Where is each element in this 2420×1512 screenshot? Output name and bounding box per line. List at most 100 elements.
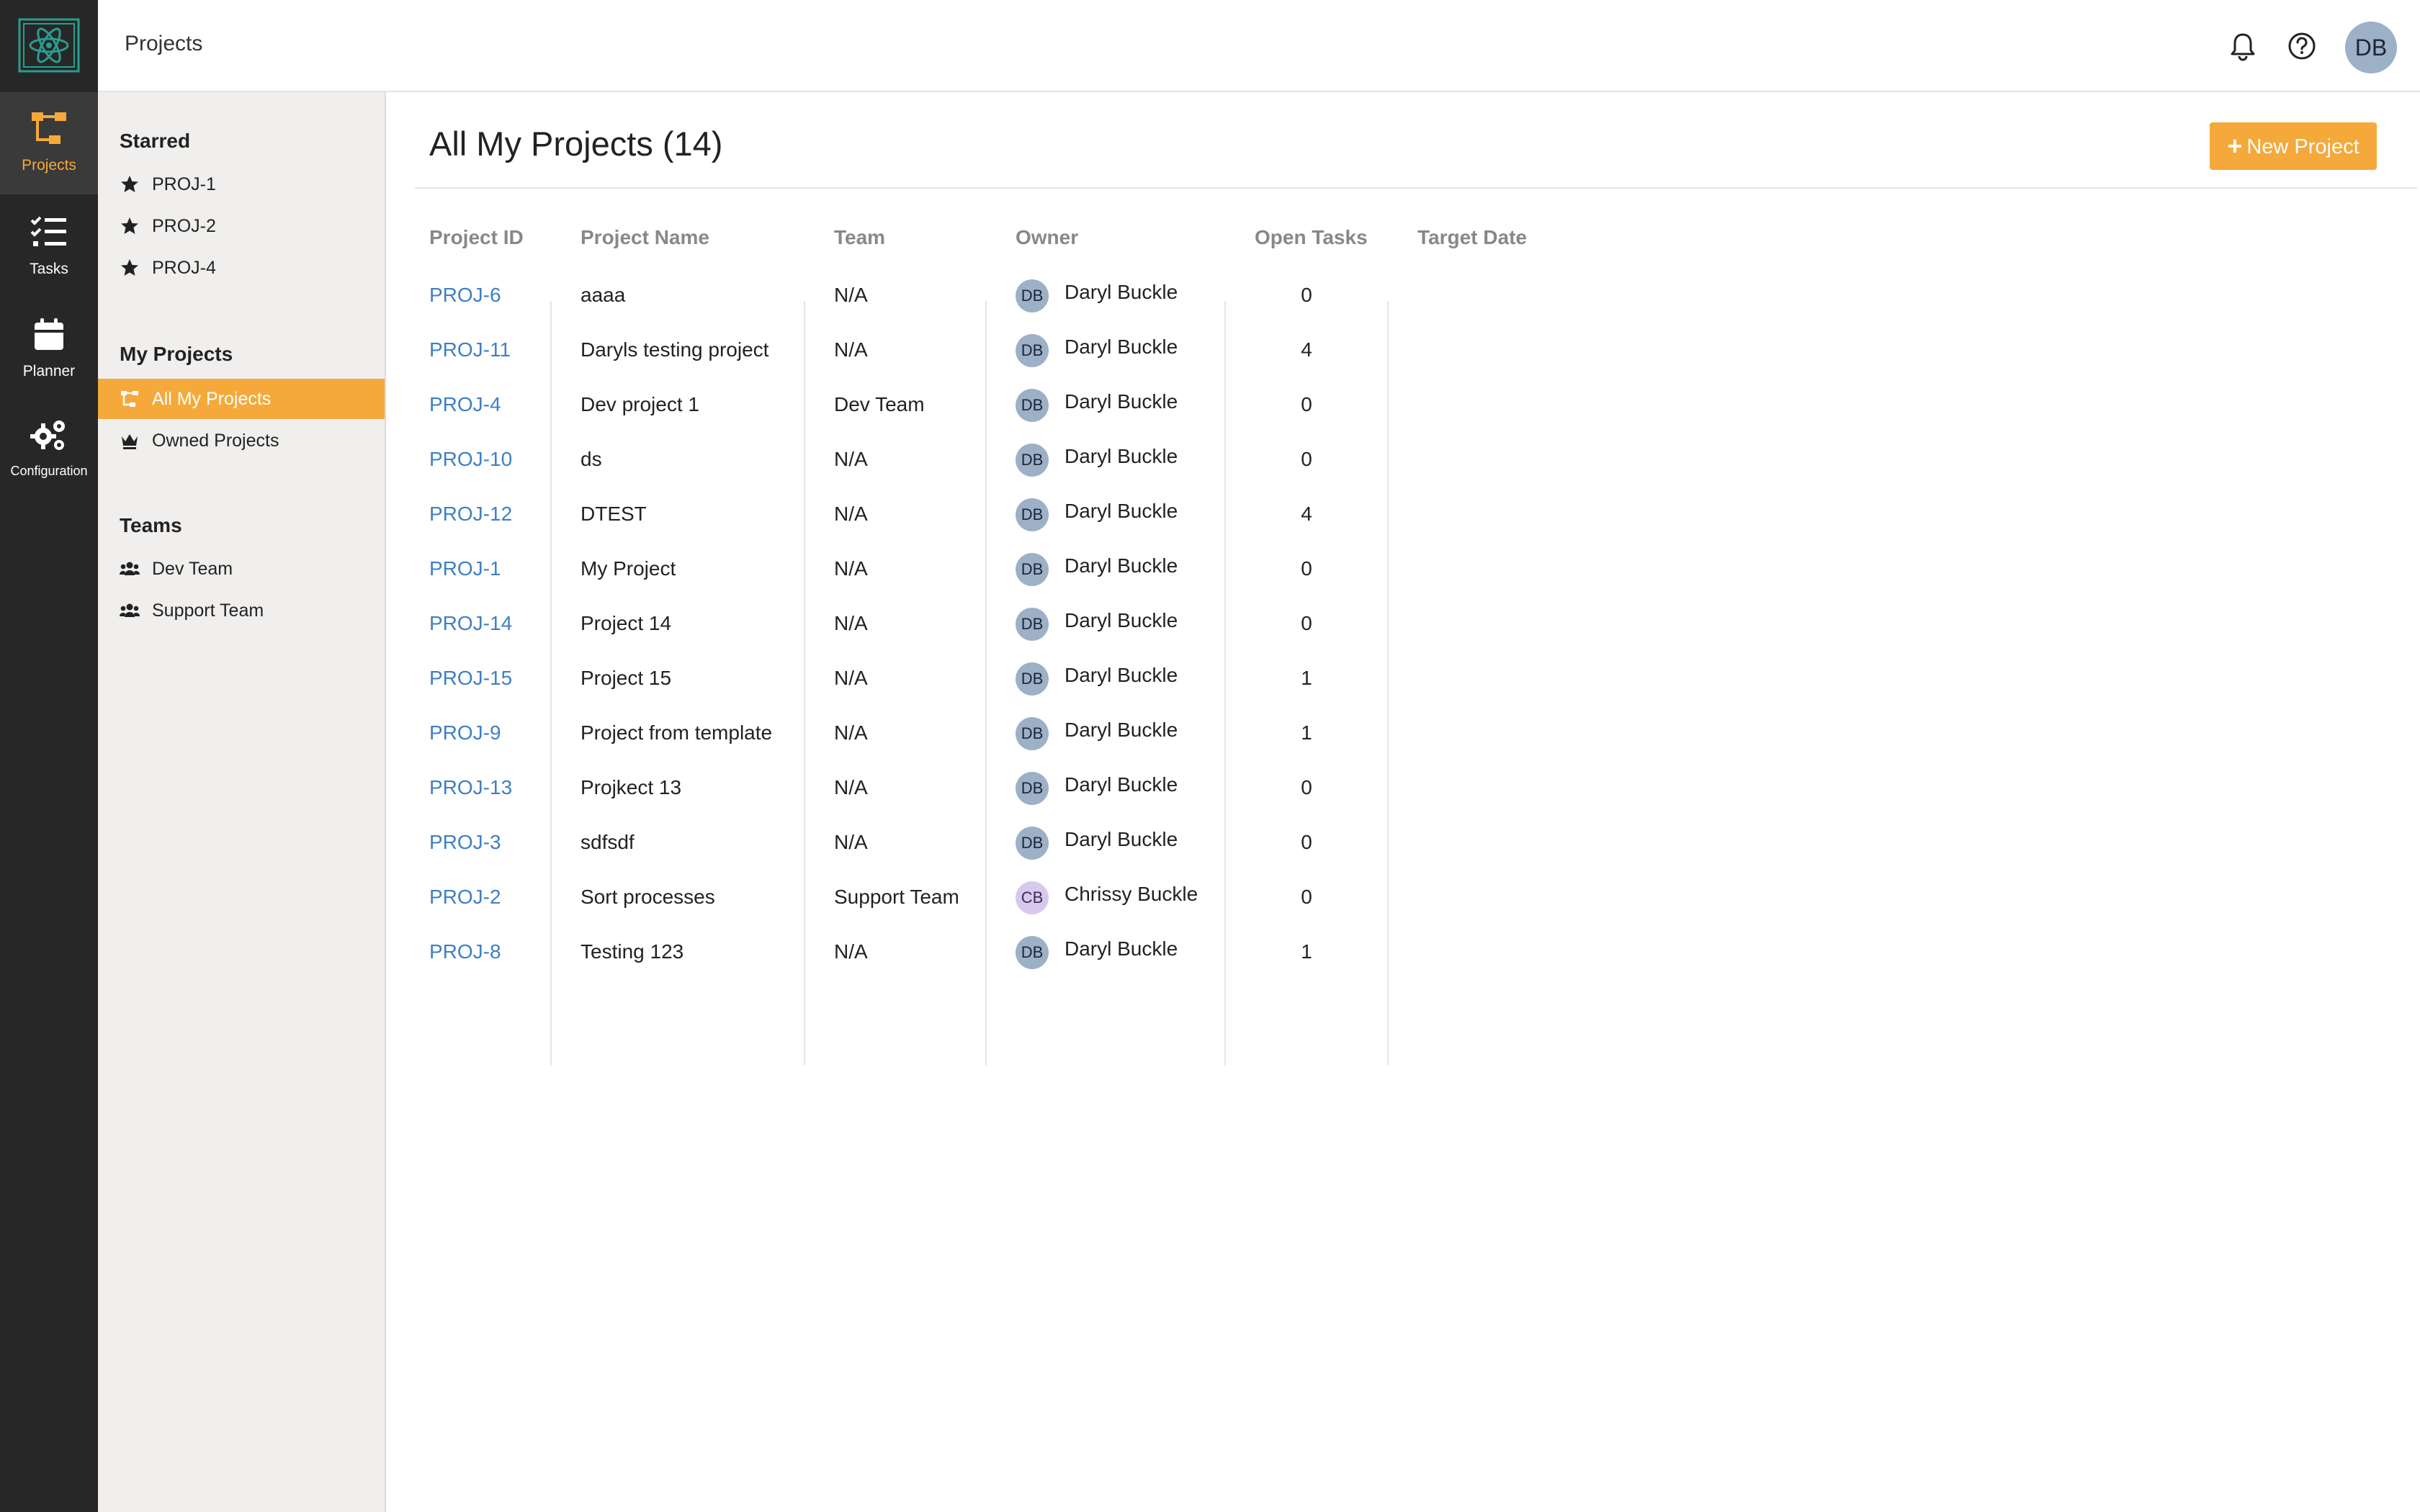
owner-name: Daryl Buckle — [1065, 554, 1178, 577]
star-icon — [121, 259, 138, 276]
project-id-link[interactable]: PROJ-3 — [429, 831, 501, 854]
table-row[interactable]: PROJ-12 DTEST N/A DB Daryl Buckle 4 — [386, 494, 1827, 549]
table-row[interactable]: PROJ-14 Project 14 N/A DB Daryl Buckle 0 — [386, 603, 1827, 658]
project-id-link[interactable]: PROJ-6 — [429, 284, 501, 307]
help-icon[interactable] — [2286, 30, 2318, 62]
rail-item-planner[interactable]: Planner — [0, 297, 98, 399]
open-tasks-count: 0 — [1301, 393, 1312, 415]
sidebar-item-support-team[interactable]: Support Team — [98, 590, 385, 631]
project-id-link[interactable]: PROJ-12 — [429, 503, 512, 526]
tasks-icon — [30, 216, 66, 246]
table-row[interactable]: PROJ-13 Projkect 13 N/A DB Daryl Buckle 0 — [386, 768, 1827, 822]
table-row[interactable]: PROJ-8 Testing 123 N/A DB Daryl Buckle 1 — [386, 932, 1827, 986]
owner-avatar: DB — [1016, 279, 1049, 312]
starred-item-proj-1[interactable]: PROJ-1 — [98, 164, 385, 204]
project-name: Project from template — [581, 721, 773, 744]
col-header-team[interactable]: Team — [834, 226, 885, 249]
project-name: aaaa — [581, 284, 626, 306]
table-row[interactable]: PROJ-1 My Project N/A DB Daryl Buckle 0 — [386, 549, 1827, 603]
sidebar-item-dev-team[interactable]: Dev Team — [98, 549, 385, 589]
project-id-link[interactable]: PROJ-2 — [429, 886, 501, 909]
starred-item-proj-4[interactable]: PROJ-4 — [98, 248, 385, 288]
table-row[interactable]: PROJ-9 Project from template N/A DB Daryl Bu… — [386, 713, 1827, 768]
app-logo-icon[interactable] — [18, 18, 80, 73]
owner-avatar: CB — [1016, 881, 1049, 914]
users-icon — [120, 562, 140, 575]
bell-icon[interactable] — [2227, 30, 2259, 62]
col-header-open-tasks[interactable]: Open Tasks — [1255, 226, 1368, 249]
table-row[interactable]: PROJ-11 Daryls testing project N/A DB Daryl … — [386, 330, 1827, 384]
rail-item-tasks[interactable]: Tasks — [0, 194, 98, 297]
sidebar-item-label: Support Team — [152, 600, 264, 621]
sidebar-item-owned-projects[interactable]: Owned Projects — [98, 420, 385, 461]
project-name: My Project — [581, 557, 676, 580]
owner-name: Daryl Buckle — [1065, 828, 1178, 850]
rail-label-tasks: Tasks — [30, 261, 68, 277]
rail-label-configuration: Configuration — [10, 464, 88, 478]
project-id-link[interactable]: PROJ-14 — [429, 612, 512, 635]
owner-name: Chrissy Buckle — [1065, 883, 1198, 905]
col-header-target-date[interactable]: Target Date — [1417, 226, 1527, 249]
team-name: N/A — [834, 831, 868, 853]
project-name: Sort processes — [581, 886, 715, 908]
sidebar-item-label: Dev Team — [152, 559, 233, 579]
project-id-link[interactable]: PROJ-9 — [429, 721, 501, 744]
col-header-project-id[interactable]: Project ID — [429, 226, 524, 249]
table-row[interactable]: PROJ-10 ds N/A DB Daryl Buckle 0 — [386, 439, 1827, 494]
table-row[interactable]: PROJ-3 sdfsdf N/A DB Daryl Buckle 0 — [386, 822, 1827, 877]
breadcrumb: Projects — [125, 32, 203, 55]
starred-item-proj-2[interactable]: PROJ-2 — [98, 206, 385, 246]
new-project-label: New Project — [2246, 135, 2360, 158]
owner-avatar: DB — [1016, 553, 1049, 586]
open-tasks-count: 0 — [1301, 557, 1312, 580]
table-row[interactable]: PROJ-2 Sort processes Support Team CB Chriss… — [386, 877, 1827, 932]
projects-icon — [121, 391, 138, 407]
user-avatar[interactable]: DB — [2345, 22, 2397, 73]
open-tasks-count: 4 — [1301, 503, 1312, 525]
team-name: N/A — [834, 284, 868, 306]
team-name: Support Team — [834, 886, 959, 908]
owner-avatar: DB — [1016, 827, 1049, 860]
open-tasks-count: 4 — [1301, 338, 1312, 361]
project-id-link[interactable]: PROJ-10 — [429, 448, 512, 471]
project-id-link[interactable]: PROJ-8 — [429, 940, 501, 963]
sidebar-item-label: All My Projects — [152, 389, 272, 409]
rail-item-projects[interactable]: Projects — [0, 92, 98, 194]
project-id-link[interactable]: PROJ-13 — [429, 776, 512, 799]
starred-heading: Starred — [120, 130, 191, 152]
my-projects-heading: My Projects — [120, 343, 233, 365]
new-project-button[interactable]: + New Project — [2210, 122, 2377, 170]
rail-label-planner: Planner — [22, 363, 76, 379]
owner-avatar: DB — [1016, 662, 1049, 696]
project-id-link[interactable]: PROJ-15 — [429, 667, 512, 690]
project-name: Daryls testing project — [581, 338, 769, 361]
open-tasks-count: 1 — [1301, 721, 1312, 744]
gears-icon — [30, 420, 65, 450]
starred-item-label: PROJ-4 — [152, 258, 216, 278]
project-name: DTEST — [581, 503, 647, 525]
sidebar-item-all-my-projects[interactable]: All My Projects — [98, 379, 385, 419]
owner-avatar: DB — [1016, 936, 1049, 969]
rail-item-configuration[interactable]: Configuration — [0, 399, 98, 501]
project-name: Testing 123 — [581, 940, 684, 963]
project-name: Project 15 — [581, 667, 672, 689]
open-tasks-count: 0 — [1301, 448, 1312, 470]
project-id-link[interactable]: PROJ-4 — [429, 393, 501, 416]
app-nav-rail: Projects Tasks Planner Configuration — [0, 0, 98, 1512]
col-header-project-name[interactable]: Project Name — [581, 226, 709, 249]
table-row[interactable]: PROJ-4 Dev project 1 Dev Team DB Daryl Buckl… — [386, 384, 1827, 439]
open-tasks-count: 0 — [1301, 831, 1312, 853]
calendar-icon — [35, 318, 63, 350]
table-row[interactable]: PROJ-15 Project 15 N/A DB Daryl Buckle 1 — [386, 658, 1827, 713]
team-name: N/A — [834, 940, 868, 963]
open-tasks-count: 0 — [1301, 284, 1312, 306]
table-row[interactable]: PROJ-6 aaaa N/A DB Daryl Buckle 0 — [386, 275, 1827, 330]
star-icon — [121, 217, 138, 234]
project-id-link[interactable]: PROJ-11 — [429, 338, 511, 361]
owner-avatar: DB — [1016, 717, 1049, 750]
project-id-link[interactable]: PROJ-1 — [429, 557, 501, 580]
starred-item-label: PROJ-1 — [152, 174, 216, 194]
col-header-owner[interactable]: Owner — [1016, 226, 1078, 249]
owner-name: Daryl Buckle — [1065, 773, 1178, 796]
team-name: N/A — [834, 721, 868, 744]
